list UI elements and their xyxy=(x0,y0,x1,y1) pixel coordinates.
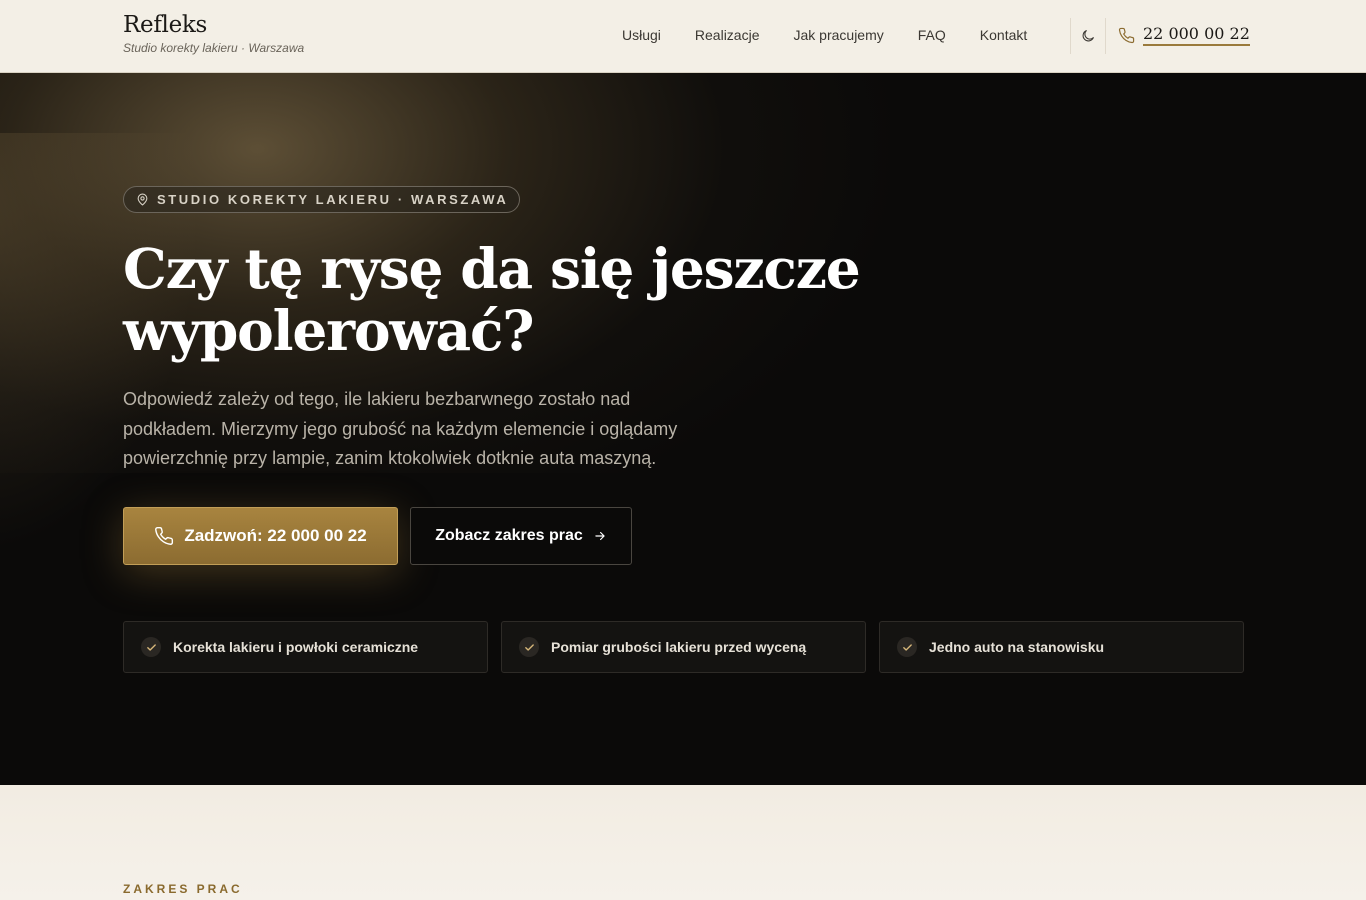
hero-section: STUDIO KOREKTY LAKIERU · WARSZAWA Czy tę… xyxy=(0,73,1366,785)
phone-icon xyxy=(155,526,174,545)
feature-card: Jedno auto na stanowisku xyxy=(879,621,1244,673)
hero-features: Korekta lakieru i powłoki ceramiczne Pom… xyxy=(123,621,1244,673)
arrow-right-icon xyxy=(595,531,605,541)
feature-text: Jedno auto na stanowisku xyxy=(929,639,1105,655)
nav-item-jak-pracujemy[interactable]: Jak pracujemy xyxy=(794,27,884,43)
brand-name[interactable]: Refleks xyxy=(123,12,304,38)
scope-of-work-button-label: Zobacz zakres prac xyxy=(435,527,583,544)
call-button[interactable]: Zadzwoń: 22 000 00 22 xyxy=(123,507,398,565)
section-label: ZAKRES PRAC xyxy=(123,882,243,896)
call-button-label: Zadzwoń: 22 000 00 22 xyxy=(184,526,367,545)
theme-toggle-button[interactable] xyxy=(1070,18,1106,54)
check-icon xyxy=(897,637,917,657)
main-nav: Usługi Realizacje Jak pracujemy FAQ Kont… xyxy=(622,27,1027,43)
feature-text: Pomiar grubości lakieru przed wyceną xyxy=(551,639,807,655)
nav-item-faq[interactable]: FAQ xyxy=(918,27,946,43)
phone-icon xyxy=(1118,27,1135,43)
scope-section: ZAKRES PRAC xyxy=(0,785,1366,900)
map-pin-icon xyxy=(137,193,148,206)
feature-card: Korekta lakieru i powłoki ceramiczne xyxy=(123,621,488,673)
scope-of-work-button[interactable]: Zobacz zakres prac xyxy=(410,507,632,565)
brand-tagline: Studio korekty lakieru · Warszawa xyxy=(123,41,305,55)
feature-card: Pomiar grubości lakieru przed wyceną xyxy=(501,621,866,673)
header-phone-link[interactable]: 22 000 00 22 xyxy=(1118,24,1250,46)
feature-text: Korekta lakieru i powłoki ceramiczne xyxy=(173,639,419,655)
nav-item-kontakt[interactable]: Kontakt xyxy=(980,27,1027,43)
check-icon xyxy=(519,637,539,657)
site-header: Refleks Studio korekty lakieru · Warszaw… xyxy=(0,0,1366,73)
hero-eyebrow-text: STUDIO KOREKTY LAKIERU · WARSZAWA xyxy=(157,192,509,207)
hero-title: Czy tę rysę da się jeszcze wypolerować? xyxy=(123,236,861,363)
hero-description: Odpowiedź zależy od tego, ile lakieru be… xyxy=(123,389,678,468)
nav-item-realizacje[interactable]: Realizacje xyxy=(695,27,760,43)
header-phone-number: 22 000 00 22 xyxy=(1143,24,1250,46)
moon-icon xyxy=(1082,30,1094,42)
hero-eyebrow-badge: STUDIO KOREKTY LAKIERU · WARSZAWA xyxy=(123,186,520,213)
nav-item-uslugi[interactable]: Usługi xyxy=(622,27,661,43)
check-icon xyxy=(141,637,161,657)
brand[interactable]: Refleks Studio korekty lakieru · Warszaw… xyxy=(123,12,304,55)
